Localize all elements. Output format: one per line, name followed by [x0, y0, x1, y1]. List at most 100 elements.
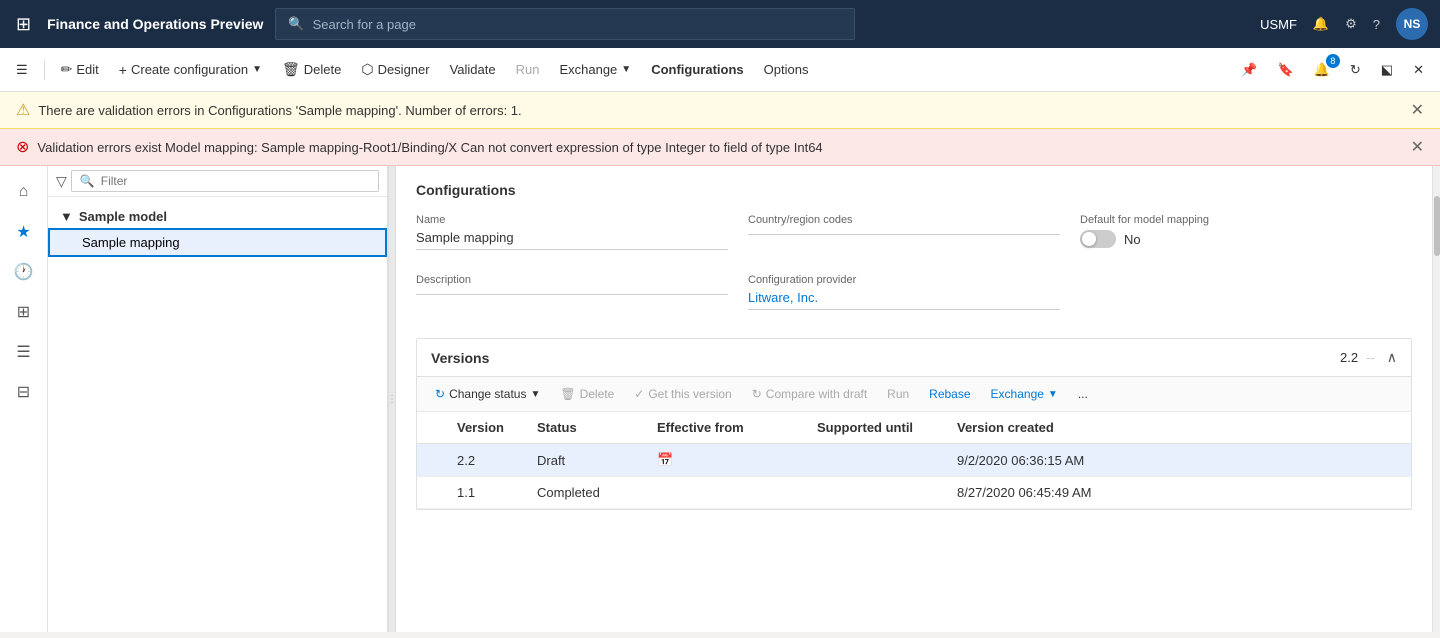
exchange-label: Exchange [559, 62, 617, 77]
exchange-button[interactable]: Exchange ▼ [551, 56, 639, 83]
main-layout: ⌂ ★ 🕐 ⊞ ☰ ⊟ ▽ 🔍 ▼ Sample model Sample ma… [0, 166, 1440, 632]
search-input[interactable] [313, 17, 843, 32]
change-status-icon: ↻ [435, 387, 445, 401]
change-status-chevron[interactable]: ▼ [530, 389, 540, 400]
country-label: Country/region codes [748, 214, 1060, 226]
delete-label: Delete [304, 62, 342, 77]
country-value[interactable] [748, 230, 1060, 235]
change-status-button[interactable]: ↻ Change status ▼ [427, 383, 548, 405]
sidebar-home-icon[interactable]: ⌂ [6, 174, 42, 210]
edit-label: Edit [76, 62, 98, 77]
delete-button[interactable]: 🗑 Delete [274, 55, 349, 84]
tree-filter-icon[interactable]: ▽ [56, 173, 67, 190]
name-field: Name Sample mapping [416, 206, 748, 266]
sidebar-grid-icon[interactable]: ⊟ [6, 374, 42, 410]
create-config-chevron[interactable]: ▼ [252, 64, 262, 75]
designer-button[interactable]: ⬡ Designer [353, 55, 437, 84]
hamburger-button[interactable]: ☰ [8, 56, 36, 84]
create-config-button[interactable]: + Create configuration ▼ [111, 56, 270, 84]
panel-splitter[interactable]: ⋮ [388, 166, 396, 632]
grid-menu-icon[interactable]: ⊞ [12, 10, 35, 39]
scrollbar[interactable] [1432, 166, 1440, 632]
options-tab[interactable]: Options [756, 56, 817, 83]
designer-icon: ⬡ [361, 61, 373, 78]
versions-exchange-button[interactable]: Exchange ▼ [983, 383, 1066, 405]
col-header-status[interactable]: Status [527, 412, 647, 444]
col-header-version-created[interactable]: Version created [947, 412, 1411, 444]
sidebar-calendar-icon[interactable]: ⊞ [6, 294, 42, 330]
default-toggle[interactable]: No [1080, 230, 1392, 248]
versions-collapse-icon[interactable]: ∧ [1387, 349, 1397, 366]
get-this-version-button[interactable]: ✓ Get this version [626, 383, 739, 405]
warning-close[interactable]: ✕ [1411, 100, 1424, 120]
col-header-version[interactable]: Version [447, 412, 527, 444]
filter-search-icon: 🔍 [80, 174, 95, 188]
avatar[interactable]: NS [1396, 8, 1428, 40]
col-header-supported-until[interactable]: Supported until [807, 412, 947, 444]
sidebar-star-icon[interactable]: ★ [6, 214, 42, 250]
versions-exchange-chevron[interactable]: ▼ [1048, 389, 1058, 400]
tree-group[interactable]: ▼ Sample model [48, 205, 387, 228]
config-provider-field: Configuration provider Litware, Inc. [748, 266, 1080, 326]
row-supported-1 [807, 444, 947, 477]
help-icon[interactable]: ? [1373, 17, 1380, 32]
edit-button[interactable]: ✏ Edit [53, 55, 107, 84]
tree-content: ▼ Sample model Sample mapping [48, 197, 387, 265]
default-field: Default for model mapping No [1080, 206, 1412, 266]
description-label: Description [416, 274, 728, 286]
row-effective-1: 📅 [647, 444, 807, 477]
col-header-effective-from[interactable]: Effective from [647, 412, 807, 444]
compare-draft-button[interactable]: ↻ Compare with draft [744, 383, 875, 405]
versions-toolbar: ↻ Change status ▼ 🗑 Delete ✓ Get this ve… [417, 377, 1411, 412]
notifications-badge[interactable]: 🔔 8 [1306, 56, 1338, 84]
tree-toolbar: ▽ 🔍 [48, 166, 387, 197]
tree-panel: ▽ 🔍 ▼ Sample model Sample mapping [48, 166, 388, 632]
rebase-button[interactable]: Rebase [921, 383, 978, 405]
row-status-1: Draft [527, 444, 647, 477]
command-bar: ☰ ✏ Edit + Create configuration ▼ 🗑 Dele… [0, 48, 1440, 92]
get-version-icon: ✓ [634, 387, 644, 401]
filter-input[interactable] [101, 174, 370, 188]
settings-icon[interactable]: ⚙ [1345, 16, 1357, 32]
refresh-icon[interactable]: ↻ [1342, 56, 1369, 84]
toggle-track[interactable] [1080, 230, 1116, 248]
exchange-chevron[interactable]: ▼ [621, 64, 631, 75]
change-status-label: Change status [449, 387, 526, 401]
sidebar-filter-icon[interactable]: ☰ [6, 334, 42, 370]
table-row[interactable]: 2.2 Draft 📅 9/2/2020 06:36:15 AM [417, 444, 1411, 477]
description-value[interactable] [416, 290, 728, 295]
row-r-1 [417, 444, 447, 477]
row-version-2: 1.1 [447, 477, 527, 509]
error-close[interactable]: ✕ [1411, 137, 1424, 157]
pin-icon[interactable]: 📌 [1233, 56, 1265, 84]
versions-delete-button[interactable]: 🗑 Delete [552, 383, 622, 405]
validate-label: Validate [450, 62, 496, 77]
row-status-2: Completed [527, 477, 647, 509]
more-options-button[interactable]: ... [1070, 383, 1096, 405]
run-button[interactable]: Run [508, 56, 548, 83]
configurations-tab[interactable]: Configurations [643, 56, 751, 83]
alert-error: ⊗ Validation errors exist Model mapping:… [0, 129, 1440, 166]
search-icon: 🔍 [288, 16, 304, 32]
notification-icon[interactable]: 🔔 [1313, 16, 1329, 32]
sidebar-clock-icon[interactable]: 🕐 [6, 254, 42, 290]
scroll-thumb[interactable] [1434, 196, 1440, 256]
search-bar[interactable]: 🔍 [275, 8, 855, 40]
description-field: Description [416, 266, 748, 326]
tree-filter-bar[interactable]: 🔍 [71, 170, 379, 192]
validate-button[interactable]: Validate [442, 56, 504, 83]
get-this-version-label: Get this version [648, 387, 731, 401]
tree-item-sample-mapping[interactable]: Sample mapping [48, 228, 387, 257]
name-value[interactable]: Sample mapping [416, 230, 728, 250]
close-icon[interactable]: ✕ [1405, 56, 1432, 84]
bookmark-icon[interactable]: 🔖 [1270, 56, 1302, 84]
row-effective-2 [647, 477, 807, 509]
table-row[interactable]: 1.1 Completed 8/27/2020 06:45:49 AM [417, 477, 1411, 509]
popout-icon[interactable]: ⬕ [1373, 56, 1401, 84]
calendar-icon-1[interactable]: 📅 [657, 452, 673, 467]
versions-run-button[interactable]: Run [879, 383, 917, 405]
config-provider-value[interactable]: Litware, Inc. [748, 290, 1060, 310]
plus-icon: + [119, 62, 127, 78]
default-label: Default for model mapping [1080, 214, 1392, 226]
error-text: Validation errors exist Model mapping: S… [37, 140, 822, 155]
